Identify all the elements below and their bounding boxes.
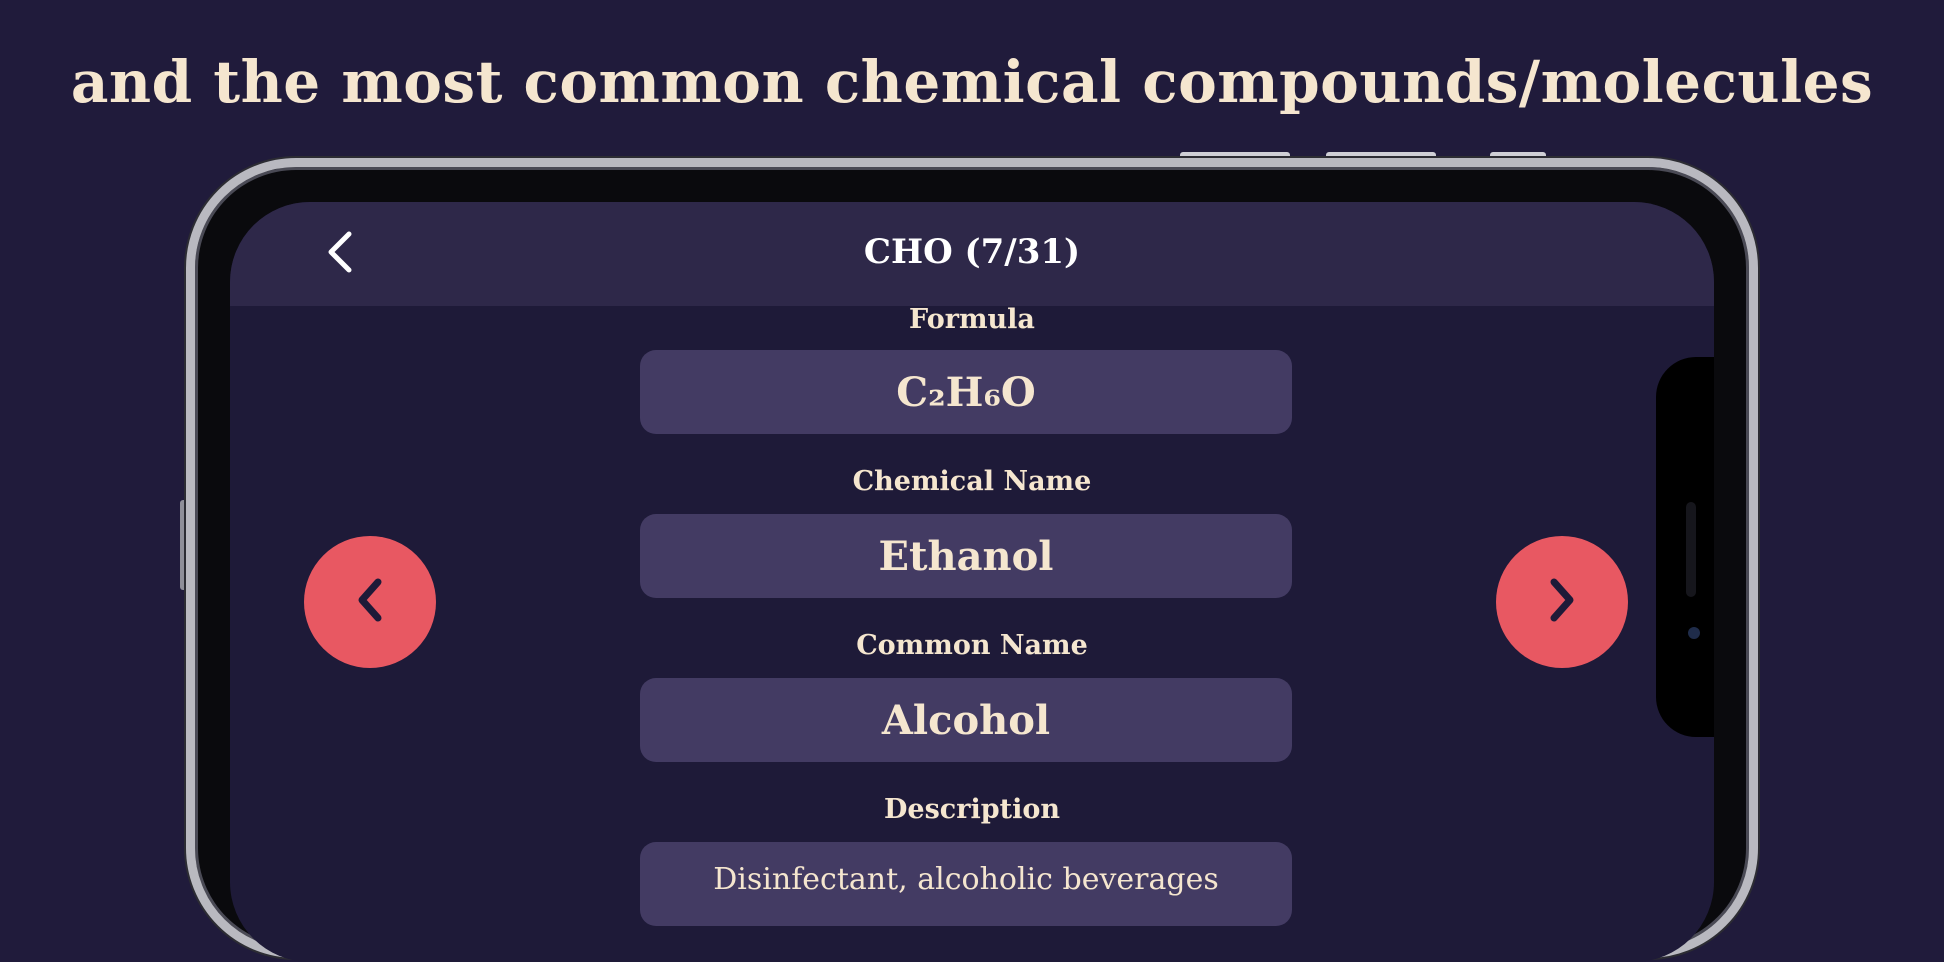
common-name-field: Alcohol — [640, 678, 1292, 762]
page-title: CHO (7/31) — [863, 232, 1081, 272]
chevron-left-icon — [350, 574, 390, 630]
description-label: Description — [884, 794, 1060, 825]
phone-screen: CHO (7/31) Formula C₂H₆O Chemical Name E… — [230, 202, 1714, 962]
chemical-name-field: Ethanol — [640, 514, 1292, 598]
chemical-name-label: Chemical Name — [852, 466, 1092, 497]
description-field: Disinfectant, alcoholic beverages — [640, 842, 1292, 926]
front-camera — [1688, 627, 1700, 639]
previous-button[interactable] — [304, 536, 436, 668]
app-bar: CHO (7/31) — [230, 202, 1714, 306]
chevron-right-icon — [1542, 574, 1582, 630]
formula-field: C₂H₆O — [640, 350, 1292, 434]
formula-label: Formula — [909, 304, 1035, 335]
common-name-label: Common Name — [856, 630, 1088, 661]
speaker-grille — [1686, 502, 1696, 597]
headline: and the most common chemical compounds/m… — [70, 48, 1874, 116]
phone-notch — [1656, 357, 1714, 737]
next-button[interactable] — [1496, 536, 1628, 668]
